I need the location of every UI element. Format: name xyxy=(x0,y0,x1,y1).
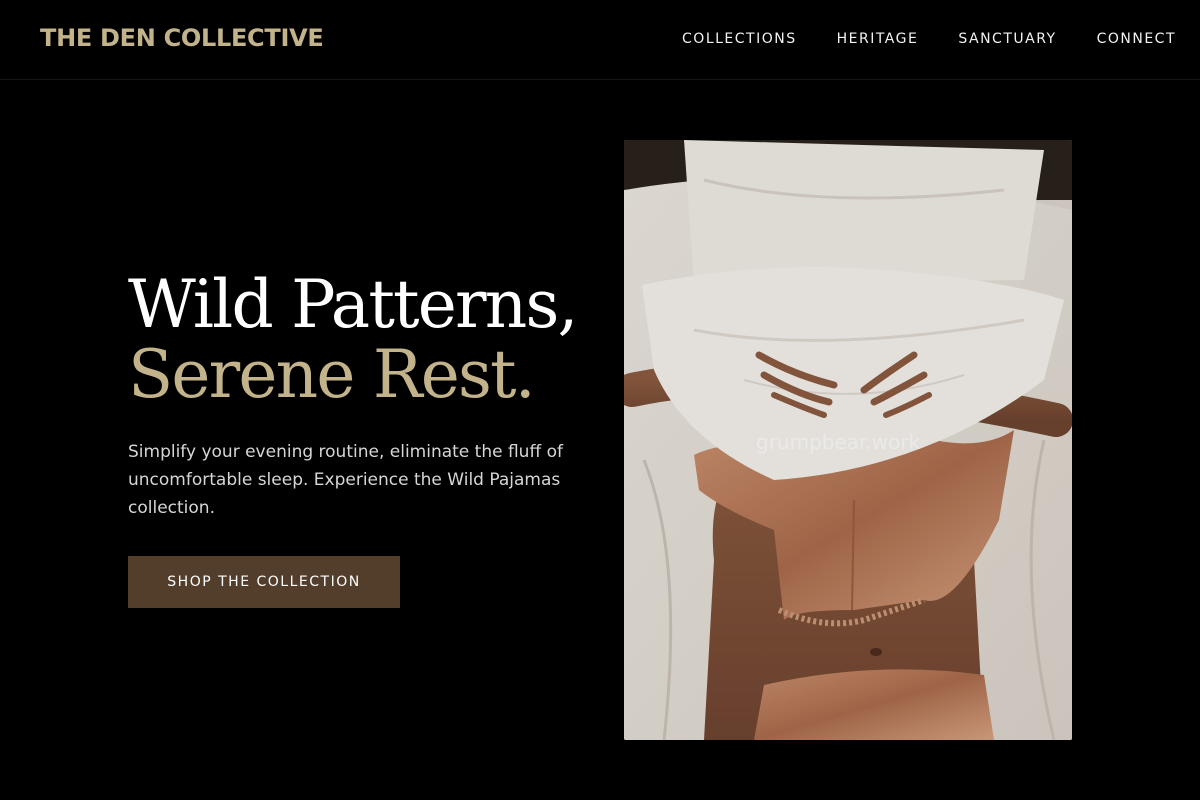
nav-link-connect[interactable]: CONNECT xyxy=(1097,31,1176,47)
brand-logo[interactable]: THE DEN COLLECTIVE xyxy=(40,24,324,52)
headline-line-2: Serene Rest. xyxy=(128,336,536,413)
hero-headline: Wild Patterns, Serene Rest. xyxy=(128,270,598,410)
headline-line-1: Wild Patterns, xyxy=(128,266,579,343)
hero-copy: Wild Patterns, Serene Rest. Simplify you… xyxy=(128,270,598,522)
top-navigation-bar: THE DEN COLLECTIVE COLLECTIONS HERITAGE … xyxy=(0,0,1200,80)
image-watermark: grumpbear.work xyxy=(756,430,921,454)
nav-link-collections[interactable]: COLLECTIONS xyxy=(682,31,797,47)
nav-link-sanctuary[interactable]: SANCTUARY xyxy=(958,31,1056,47)
hero-image: grumpbear.work xyxy=(624,140,1072,740)
shop-collection-button[interactable]: SHOP THE COLLECTION xyxy=(128,556,400,608)
nav-link-heritage[interactable]: HERITAGE xyxy=(837,31,919,47)
main-nav: COLLECTIONS HERITAGE SANCTUARY CONNECT xyxy=(682,31,1176,47)
hero-subtext: Simplify your evening routine, eliminate… xyxy=(128,442,563,518)
